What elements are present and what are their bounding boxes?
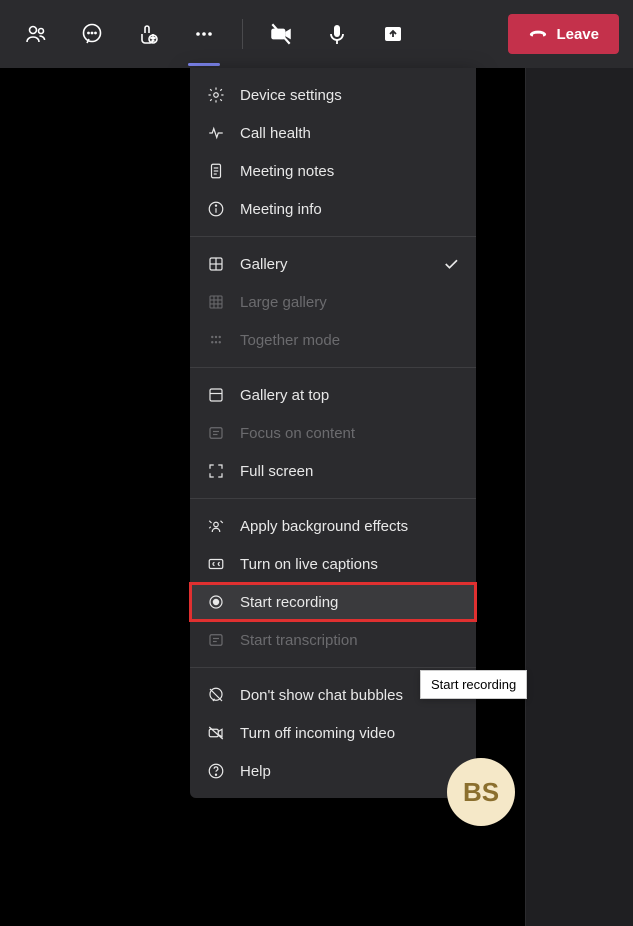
menu-label: Full screen bbox=[240, 463, 460, 480]
toolbar-divider bbox=[242, 19, 243, 49]
menu-label: Focus on content bbox=[240, 425, 460, 442]
menu-live-captions[interactable]: Turn on live captions bbox=[190, 545, 476, 583]
reactions-button[interactable] bbox=[126, 12, 170, 56]
notes-icon bbox=[206, 161, 226, 181]
menu-start-recording[interactable]: Start recording bbox=[190, 583, 476, 621]
menu-divider bbox=[190, 367, 476, 368]
menu-label: Device settings bbox=[240, 87, 460, 104]
menu-label: Gallery bbox=[240, 256, 428, 273]
menu-meeting-notes[interactable]: Meeting notes bbox=[190, 152, 476, 190]
activity-icon bbox=[206, 123, 226, 143]
menu-meeting-info[interactable]: Meeting info bbox=[190, 190, 476, 228]
menu-call-health[interactable]: Call health bbox=[190, 114, 476, 152]
camera-button[interactable] bbox=[259, 12, 303, 56]
menu-divider bbox=[190, 498, 476, 499]
meeting-toolbar: Leave bbox=[0, 0, 633, 68]
participants-button[interactable] bbox=[14, 12, 58, 56]
transcript-icon bbox=[206, 630, 226, 650]
menu-gallery-at-top[interactable]: Gallery at top bbox=[190, 376, 476, 414]
help-icon bbox=[206, 761, 226, 781]
more-actions-button[interactable] bbox=[182, 12, 226, 56]
menu-together-mode: Together mode bbox=[190, 321, 476, 359]
fullscreen-icon bbox=[206, 461, 226, 481]
menu-label: Gallery at top bbox=[240, 387, 460, 404]
gear-icon bbox=[206, 85, 226, 105]
record-icon bbox=[206, 592, 226, 612]
menu-start-transcription: Start transcription bbox=[190, 621, 476, 659]
together-icon bbox=[206, 330, 226, 350]
gallery-top-icon bbox=[206, 385, 226, 405]
menu-gallery[interactable]: Gallery bbox=[190, 245, 476, 283]
menu-label: Turn on live captions bbox=[240, 556, 460, 573]
leave-button[interactable]: Leave bbox=[508, 14, 619, 54]
menu-label: Start transcription bbox=[240, 632, 460, 649]
menu-label: Apply background effects bbox=[240, 518, 460, 535]
share-screen-button[interactable] bbox=[371, 12, 415, 56]
menu-label: Start recording bbox=[240, 594, 460, 611]
no-chat-icon bbox=[206, 685, 226, 705]
avatar: BS bbox=[447, 758, 515, 826]
checkmark-icon bbox=[442, 255, 460, 273]
menu-full-screen[interactable]: Full screen bbox=[190, 452, 476, 490]
menu-background-effects[interactable]: Apply background effects bbox=[190, 507, 476, 545]
info-icon bbox=[206, 199, 226, 219]
menu-divider bbox=[190, 667, 476, 668]
menu-label: Large gallery bbox=[240, 294, 460, 311]
menu-divider bbox=[190, 236, 476, 237]
menu-large-gallery: Large gallery bbox=[190, 283, 476, 321]
menu-label: Turn off incoming video bbox=[240, 725, 460, 742]
cc-icon bbox=[206, 554, 226, 574]
tooltip: Start recording bbox=[420, 670, 527, 699]
no-video-icon bbox=[206, 723, 226, 743]
gallery-icon bbox=[206, 254, 226, 274]
leave-label: Leave bbox=[556, 26, 599, 43]
menu-incoming-video[interactable]: Turn off incoming video bbox=[190, 714, 476, 752]
menu-label: Call health bbox=[240, 125, 460, 142]
effects-icon bbox=[206, 516, 226, 536]
microphone-button[interactable] bbox=[315, 12, 359, 56]
side-panel bbox=[525, 68, 633, 926]
hangup-icon bbox=[528, 24, 548, 44]
focus-icon bbox=[206, 423, 226, 443]
menu-label: Meeting info bbox=[240, 201, 460, 218]
menu-focus-content: Focus on content bbox=[190, 414, 476, 452]
menu-label: Help bbox=[240, 763, 460, 780]
chat-button[interactable] bbox=[70, 12, 114, 56]
menu-label: Together mode bbox=[240, 332, 460, 349]
menu-device-settings[interactable]: Device settings bbox=[190, 76, 476, 114]
large-gallery-icon bbox=[206, 292, 226, 312]
menu-help[interactable]: Help bbox=[190, 752, 476, 790]
menu-label: Meeting notes bbox=[240, 163, 460, 180]
